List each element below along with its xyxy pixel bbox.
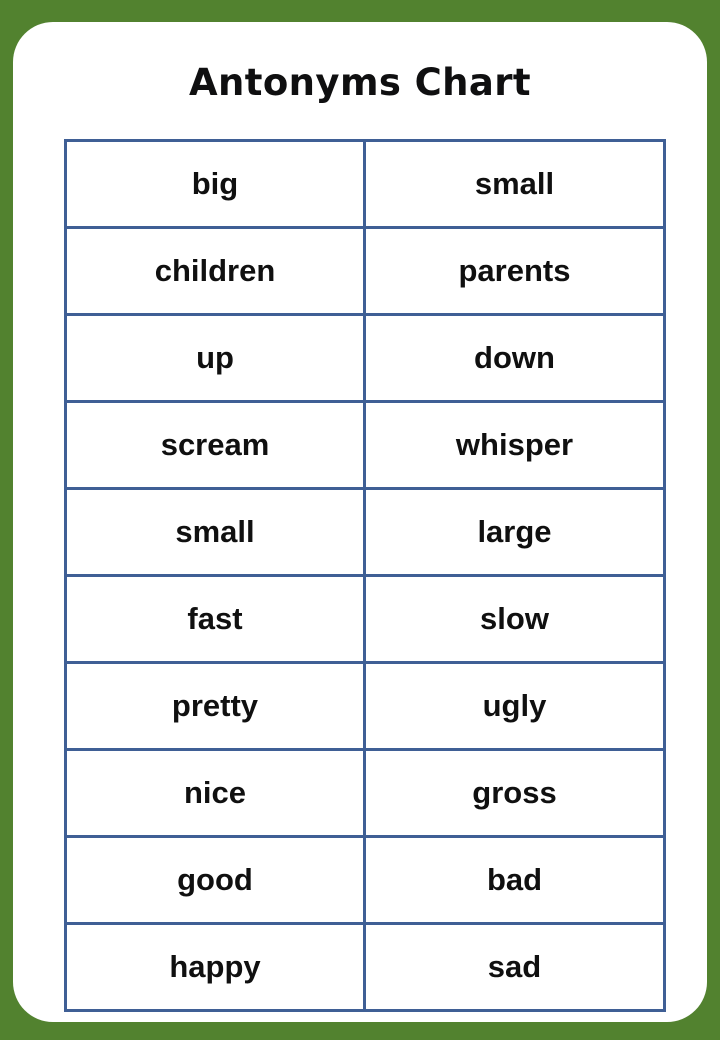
word-cell: scream [64,400,366,490]
antonyms-table: big small children parents up down screa… [64,139,666,1012]
word-cell: children [64,226,366,316]
antonym-cell: slow [363,574,666,664]
page-title: Antonyms Chart [189,61,531,104]
antonym-cell: down [363,313,666,403]
table-row: children parents [64,226,666,316]
word-cell: good [64,835,366,925]
table-row: pretty ugly [64,661,666,751]
word-cell: up [64,313,366,403]
word-cell: nice [64,748,366,838]
antonym-cell: sad [363,922,666,1012]
table-row: happy sad [64,922,666,1012]
poster-background: Antonyms Chart big small children parent… [0,0,720,1040]
antonym-cell: parents [363,226,666,316]
table-row: nice gross [64,748,666,838]
table-row: up down [64,313,666,403]
table-row: scream whisper [64,400,666,490]
white-card: Antonyms Chart big small children parent… [13,22,707,1022]
word-cell: happy [64,922,366,1012]
table-row: big small [64,139,666,229]
antonym-cell: bad [363,835,666,925]
antonyms-table-body: big small children parents up down screa… [64,139,666,1012]
antonym-cell: large [363,487,666,577]
antonym-cell: ugly [363,661,666,751]
table-row: small large [64,487,666,577]
antonym-cell: small [363,139,666,229]
word-cell: small [64,487,366,577]
word-cell: fast [64,574,366,664]
word-cell: pretty [64,661,366,751]
table-row: fast slow [64,574,666,664]
antonym-cell: whisper [363,400,666,490]
antonym-cell: gross [363,748,666,838]
word-cell: big [64,139,366,229]
table-row: good bad [64,835,666,925]
